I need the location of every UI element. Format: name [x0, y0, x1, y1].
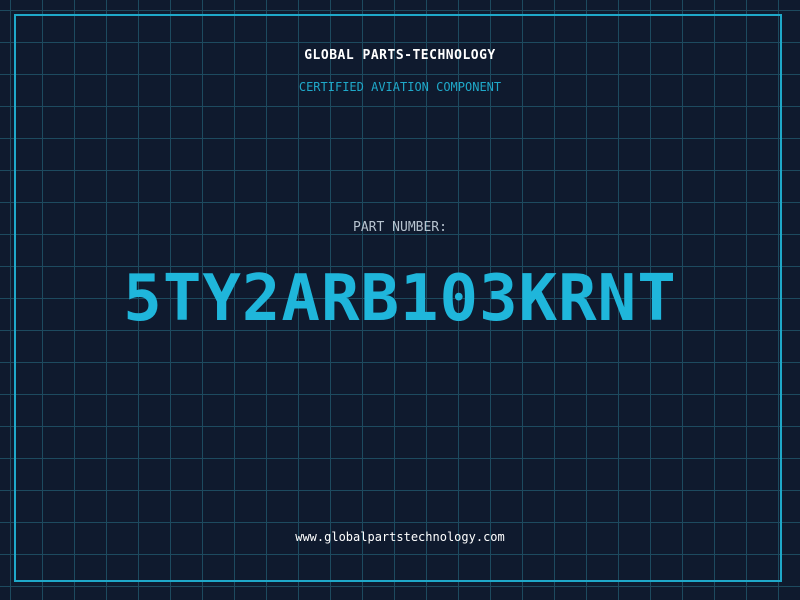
label-card: GLOBAL PARTS-TECHNOLOGY CERTIFIED AVIATI…: [0, 0, 800, 600]
part-number-value: 5TY2ARB103KRNT: [123, 262, 677, 336]
certification-subtitle: CERTIFIED AVIATION COMPONENT: [298, 80, 502, 94]
company-name: GLOBAL PARTS-TECHNOLOGY: [304, 48, 496, 63]
website-url: www.globalpartstechnology.com: [295, 530, 505, 544]
part-number-label: PART NUMBER:: [353, 220, 447, 235]
